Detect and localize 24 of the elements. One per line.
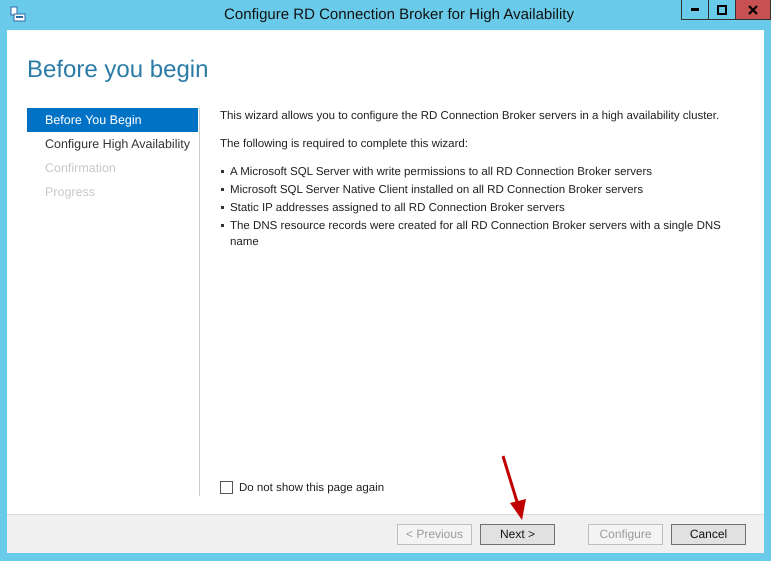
app-icon	[10, 6, 26, 22]
bullet-icon	[221, 206, 224, 209]
maximize-icon	[717, 4, 727, 14]
checkbox[interactable]	[220, 481, 233, 494]
requirement-text: Static IP addresses assigned to all RD Connection Broker servers	[230, 201, 565, 216]
wizard-button[interactable]: Cancel	[671, 524, 746, 544]
requirement-text: Microsoft SQL Server Native Client installed on all RD Connection Broker servers	[230, 183, 644, 198]
requirement-text: A Microsoft SQL Server with write permissions to all RD Connection Broker servers	[230, 165, 652, 180]
page-heading: Before you begin	[27, 56, 210, 84]
requirement-text: The DNS resource records were created for all RD Connection Broker servers with a single DNS name	[230, 219, 722, 250]
minimize-icon	[691, 8, 699, 11]
wizard-step[interactable]: Before You Begin	[27, 108, 198, 132]
requirements-heading: The following is required to complete this wizard:	[220, 137, 470, 152]
minimize-button[interactable]	[681, 0, 709, 20]
window-title: Configure RD Connection Broker for High Availability	[223, 6, 575, 23]
wizard-step[interactable]: Configure High Availability	[27, 132, 198, 156]
checkbox-label[interactable]: Do not show this page again	[239, 482, 384, 494]
bullet-icon	[221, 188, 224, 191]
close-icon	[748, 4, 758, 14]
close-button[interactable]	[735, 0, 771, 20]
wizard-button[interactable]: Next >	[480, 524, 555, 544]
bullet-icon	[221, 224, 224, 227]
bullet-icon	[221, 170, 224, 173]
intro-text: This wizard allows you to configure the RD Connection Broker servers in a high availability cluster.	[220, 109, 720, 124]
